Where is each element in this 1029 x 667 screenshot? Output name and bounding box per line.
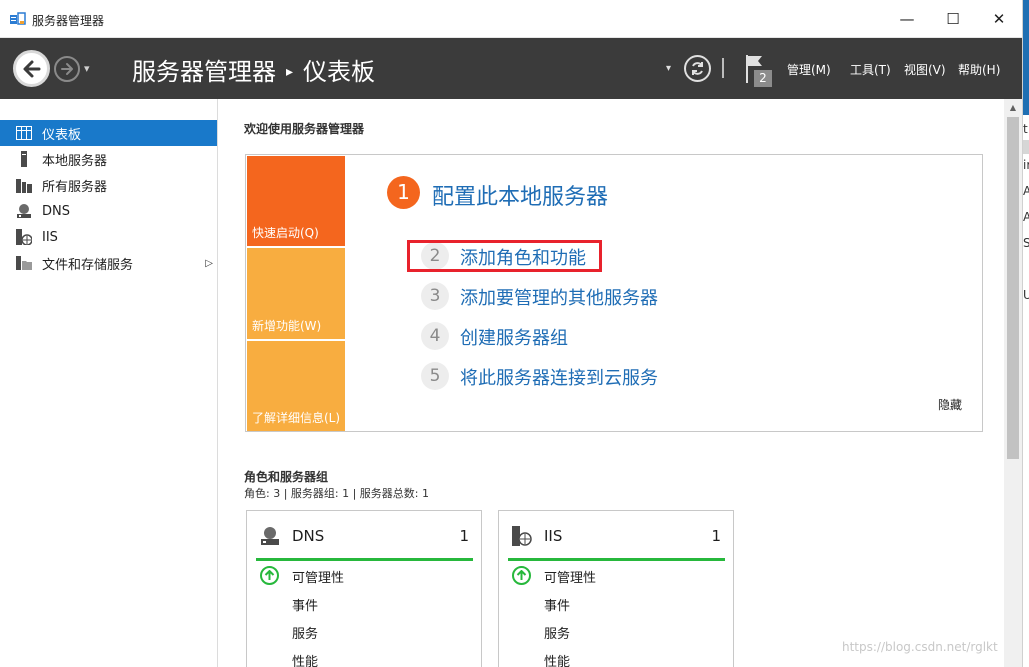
dns-icon <box>16 203 32 219</box>
server-manager-icon <box>10 12 26 25</box>
sidebar-item-label: 文件和存储服务 <box>42 257 134 273</box>
window-title-bar: 服务器管理器 — ☐ ✕ <box>0 0 1022 38</box>
sidebar-item-dns[interactable]: DNS <box>0 198 217 224</box>
roles-summary: 角色: 3 | 服务器组: 1 | 服务器总数: 1 <box>244 487 430 500</box>
quick-start-panel: 快速启动(Q) 新增功能(W) 了解详细信息(L) 1 配置此本地服务器 2 添… <box>245 154 983 432</box>
all-servers-icon <box>16 177 32 193</box>
status-ok-icon <box>260 566 279 585</box>
card-row-manageability[interactable]: 可管理性 <box>292 567 344 586</box>
watermark: https://blog.csdn.net/rglkt <box>842 640 998 654</box>
status-bar <box>508 558 725 561</box>
history-dropdown-icon[interactable]: ▾ <box>84 62 90 75</box>
step-1-number: 1 <box>387 176 420 209</box>
step-3-number: 3 <box>421 282 449 310</box>
forward-arrow-icon <box>61 63 73 75</box>
sidebar-item-label: IIS <box>42 229 58 245</box>
local-server-icon <box>16 151 32 167</box>
breadcrumb-separator-icon: ▸ <box>286 64 294 80</box>
background-window-bar <box>1023 140 1029 154</box>
background-text: t <box>1023 122 1028 136</box>
back-arrow-icon <box>23 60 40 77</box>
step-1-link-configure-local-server[interactable]: 配置此本地服务器 <box>432 179 608 211</box>
window-title: 服务器管理器 <box>32 14 105 28</box>
tile-quick-start[interactable]: 快速启动(Q) <box>247 156 345 246</box>
background-text: A <box>1023 210 1029 224</box>
menu-tools[interactable]: 工具(T) <box>850 61 891 78</box>
card-count: 1 <box>711 527 721 545</box>
card-row-performance[interactable]: 性能 <box>544 651 570 667</box>
scroll-thumb[interactable] <box>1007 117 1019 459</box>
maximize-button[interactable]: ☐ <box>930 0 976 38</box>
menu-help[interactable]: 帮助(H) <box>958 61 1000 78</box>
dashboard-main: 欢迎使用服务器管理器 快速启动(Q) 新增功能(W) 了解详细信息(L) 1 配… <box>219 99 1004 667</box>
background-text: Su <box>1023 236 1029 250</box>
iis-icon <box>512 526 532 546</box>
refresh-button[interactable] <box>684 55 711 82</box>
sidebar-item-local-server[interactable]: 本地服务器 <box>0 146 217 172</box>
sidebar-item-iis[interactable]: IIS <box>0 224 217 250</box>
menu-manage[interactable]: 管理(M) <box>787 61 831 78</box>
tile-label: 快速启动(Q) <box>252 226 319 240</box>
step-5-number: 5 <box>421 362 449 390</box>
menu-view[interactable]: 视图(V) <box>904 61 946 78</box>
header-divider <box>722 58 724 78</box>
card-row-performance[interactable]: 性能 <box>292 651 318 667</box>
background-text: A <box>1023 184 1029 198</box>
welcome-heading: 欢迎使用服务器管理器 <box>244 122 365 136</box>
sidebar-item-label: DNS <box>42 203 70 219</box>
highlight-box <box>407 240 602 272</box>
refresh-icon <box>692 62 703 75</box>
forward-button[interactable] <box>54 56 80 82</box>
background-window-edge: t ir A A Su U <box>1022 0 1029 667</box>
card-row-manageability[interactable]: 可管理性 <box>544 567 596 586</box>
sidebar-item-label: 所有服务器 <box>42 179 108 195</box>
vertical-scrollbar[interactable]: ▲ <box>1004 99 1022 667</box>
role-card-dns[interactable]: DNS 1 可管理性 事件 服务 性能 <box>246 510 482 667</box>
tile-whats-new[interactable]: 新增功能(W) <box>247 248 345 339</box>
tile-label: 新增功能(W) <box>252 319 322 333</box>
step-3-link-add-other-servers[interactable]: 添加要管理的其他服务器 <box>460 284 658 310</box>
file-storage-icon <box>16 255 32 271</box>
breadcrumb-current: 仪表板 <box>303 58 376 86</box>
card-title[interactable]: IIS <box>544 527 562 545</box>
role-card-iis[interactable]: IIS 1 可管理性 事件 服务 性能 <box>498 510 734 667</box>
expand-arrow-icon[interactable]: ▷ <box>205 258 213 269</box>
card-row-events[interactable]: 事件 <box>292 595 318 614</box>
dashboard-icon <box>16 125 32 141</box>
tile-label: 了解详细信息(L) <box>252 411 341 425</box>
card-row-services[interactable]: 服务 <box>292 623 318 642</box>
card-row-services[interactable]: 服务 <box>544 623 570 642</box>
background-window-header <box>1023 0 1029 115</box>
card-title[interactable]: DNS <box>292 527 324 545</box>
background-text: U <box>1023 288 1029 302</box>
roles-heading: 角色和服务器组 <box>244 470 329 484</box>
sidebar-item-all-servers[interactable]: 所有服务器 <box>0 172 217 198</box>
tile-learn-more[interactable]: 了解详细信息(L) <box>247 341 345 431</box>
card-count: 1 <box>459 527 469 545</box>
left-sidebar: 仪表板 本地服务器 所有服务器 DNS IIS 文件和存储服务 ▷ <box>0 99 218 667</box>
sidebar-item-label: 本地服务器 <box>42 153 108 169</box>
status-ok-icon <box>512 566 531 585</box>
step-4-number: 4 <box>421 322 449 350</box>
sidebar-item-label: 仪表板 <box>42 127 82 143</box>
hide-link[interactable]: 隐藏 <box>938 396 962 413</box>
step-4-link-create-server-group[interactable]: 创建服务器组 <box>460 324 568 350</box>
card-row-events[interactable]: 事件 <box>544 595 570 614</box>
sidebar-item-dashboard[interactable]: 仪表板 <box>0 120 217 146</box>
breadcrumb-root[interactable]: 服务器管理器 <box>132 58 276 86</box>
iis-icon <box>16 229 32 245</box>
dns-icon <box>261 527 279 545</box>
close-button[interactable]: ✕ <box>976 0 1022 38</box>
refresh-dropdown-icon[interactable]: ▾ <box>666 63 671 74</box>
notification-count-badge: 2 <box>754 70 772 87</box>
back-button[interactable] <box>13 50 50 87</box>
step-5-link-connect-cloud[interactable]: 将此服务器连接到云服务 <box>460 364 658 390</box>
minimize-button[interactable]: — <box>884 0 930 38</box>
status-bar <box>256 558 473 561</box>
sidebar-item-file-storage[interactable]: 文件和存储服务 ▷ <box>0 250 217 276</box>
scroll-up-icon[interactable]: ▲ <box>1004 99 1022 116</box>
breadcrumb: 服务器管理器 ▸ 仪表板 <box>132 52 375 87</box>
background-text: ir <box>1023 158 1029 172</box>
